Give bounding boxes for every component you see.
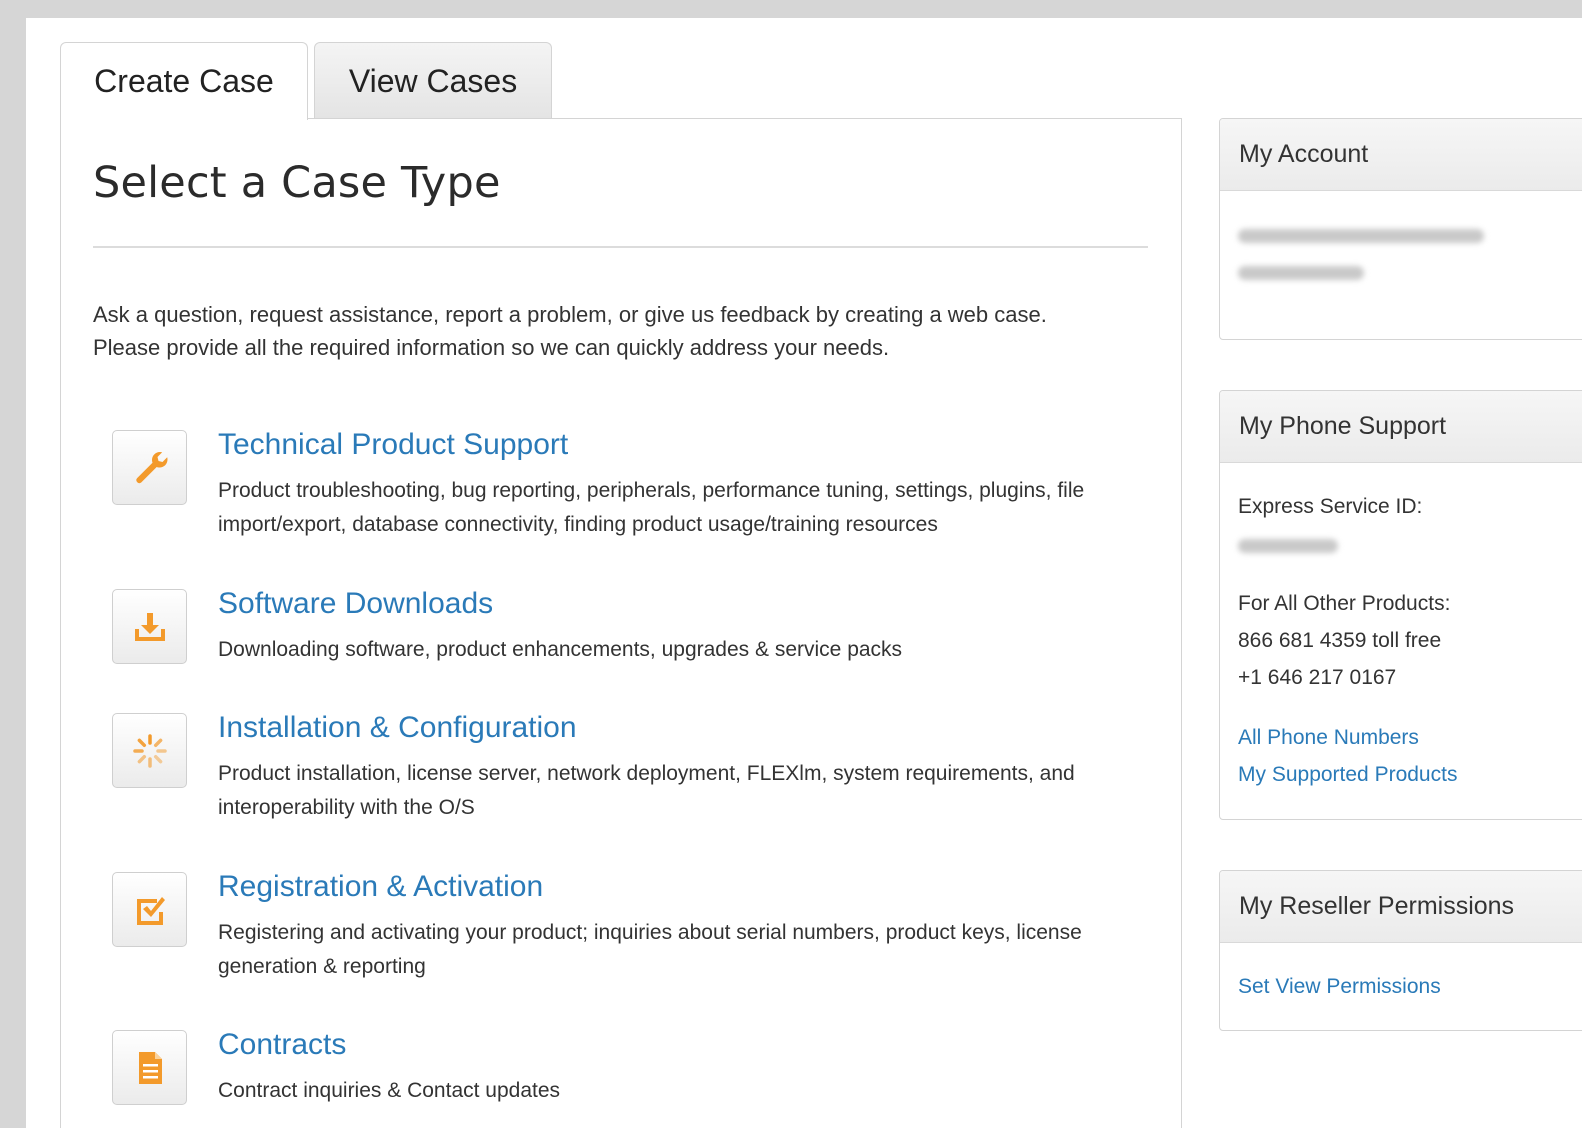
contracts-icon-button[interactable] bbox=[112, 1030, 187, 1105]
phone-support-card: My Phone Support Express Service ID: For… bbox=[1219, 390, 1582, 820]
tab-view-cases[interactable]: View Cases bbox=[314, 42, 552, 119]
express-service-label: Express Service ID: bbox=[1238, 495, 1423, 518]
tab-view-cases-label: View Cases bbox=[348, 62, 518, 99]
contracts-description: Contract inquiries & Contact updates bbox=[218, 1079, 561, 1102]
software-downloads-link[interactable]: Software Downloads bbox=[218, 587, 493, 621]
my-account-heading: My Account bbox=[1220, 119, 1582, 191]
technical-support-link[interactable]: Technical Product Support bbox=[218, 428, 568, 462]
registration-icon-button[interactable] bbox=[112, 872, 187, 947]
installation-description: Product installation, license server, ne… bbox=[218, 762, 1075, 819]
contracts-link[interactable]: Contracts bbox=[218, 1028, 346, 1062]
software-downloads-description: Downloading software, product enhancemen… bbox=[218, 638, 903, 661]
technical-support-description: Product troubleshooting, bug reporting, … bbox=[218, 479, 1085, 536]
page-title: Select a Case Type bbox=[93, 158, 501, 208]
other-products-label: For All Other Products: bbox=[1238, 592, 1451, 615]
reseller-permissions-card: My Reseller Permissions Set View Permiss… bbox=[1219, 870, 1582, 1031]
download-icon bbox=[134, 612, 165, 641]
toll-free-number: 866 681 4359 toll free bbox=[1238, 629, 1442, 652]
account-name-redacted bbox=[1238, 229, 1484, 243]
intro-line-1: Ask a question, request assistance, repo… bbox=[93, 302, 1047, 327]
case-type-installation: Installation & Configuration Product ins… bbox=[112, 711, 1162, 833]
installation-icon-button[interactable] bbox=[112, 713, 187, 788]
phone-support-heading: My Phone Support bbox=[1220, 391, 1582, 463]
case-type-contracts: Contracts Contract inquiries & Contact u… bbox=[112, 1028, 1162, 1128]
international-number: +1 646 217 0167 bbox=[1238, 666, 1397, 689]
wrench-icon bbox=[135, 451, 167, 483]
software-downloads-icon-button[interactable] bbox=[112, 589, 187, 664]
intro-line-2: Please provide all the required informat… bbox=[93, 335, 890, 360]
checkbox-icon bbox=[136, 896, 165, 925]
case-type-technical-support: Technical Product Support Product troubl… bbox=[112, 428, 1162, 550]
title-divider bbox=[93, 246, 1148, 248]
registration-description: Registering and activating your product;… bbox=[218, 921, 1082, 978]
my-supported-products-link[interactable]: My Supported Products bbox=[1238, 763, 1457, 787]
account-number-redacted bbox=[1238, 266, 1364, 280]
document-icon bbox=[138, 1051, 162, 1084]
tab-create-case[interactable]: Create Case bbox=[60, 42, 308, 120]
reseller-permissions-heading: My Reseller Permissions bbox=[1220, 871, 1582, 943]
all-phone-numbers-link[interactable]: All Phone Numbers bbox=[1238, 726, 1419, 750]
express-service-id-redacted bbox=[1238, 539, 1338, 553]
my-account-card: My Account bbox=[1219, 118, 1582, 340]
spinner-icon bbox=[132, 733, 167, 768]
intro-text: Ask a question, request assistance, repo… bbox=[93, 298, 1163, 364]
case-type-registration: Registration & Activation Registering an… bbox=[112, 870, 1162, 992]
case-type-software-downloads: Software Downloads Downloading software,… bbox=[112, 587, 1162, 709]
registration-link[interactable]: Registration & Activation bbox=[218, 870, 543, 904]
tab-create-case-label: Create Case bbox=[94, 63, 274, 99]
set-view-permissions-link[interactable]: Set View Permissions bbox=[1238, 975, 1441, 999]
technical-support-icon-button[interactable] bbox=[112, 430, 187, 505]
installation-link[interactable]: Installation & Configuration bbox=[218, 711, 577, 745]
